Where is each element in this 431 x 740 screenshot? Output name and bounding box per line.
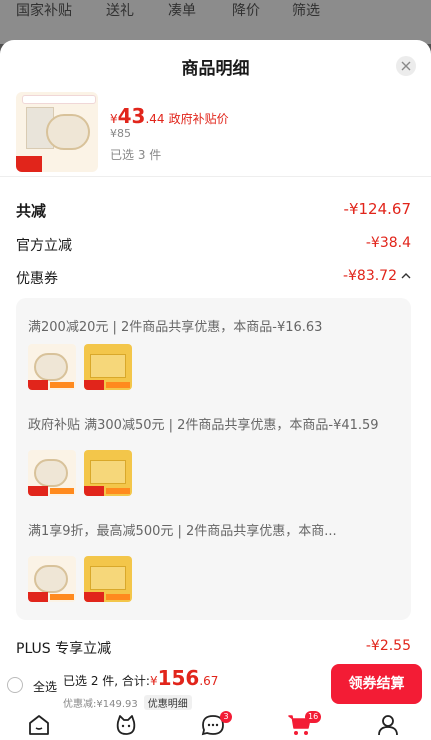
coupon-description: 满1享9折，最高减500元 | 2件商品共享优惠，本商...: [28, 524, 337, 539]
thumb-price-tag: [28, 486, 48, 496]
cart-badge: 16: [305, 711, 322, 723]
plus-reduce-row: PLUS 专享立减 -¥2.55: [16, 636, 411, 660]
thumb-graphic: [90, 460, 126, 484]
price-decimal: .44: [145, 112, 165, 126]
thumb-graphic: [90, 566, 126, 590]
coupon-product-thumbnail[interactable]: [84, 344, 132, 390]
selected-quantity: 已选 3 件: [110, 148, 162, 162]
product-image-banner: [22, 95, 96, 104]
total-integer: 156: [157, 666, 200, 690]
mascot-icon: [116, 715, 136, 735]
thumb-promo-tag: [50, 594, 74, 600]
select-all-label[interactable]: 全选: [33, 678, 57, 695]
official-reduce-value: -¥38.4: [365, 235, 411, 251]
coupon-value-wrap: -¥83.72: [343, 268, 411, 284]
chevron-up-icon[interactable]: [401, 272, 411, 280]
thumb-price-tag: [84, 592, 104, 602]
divider: [0, 176, 431, 177]
thumb-graphic: [90, 354, 126, 378]
messages-badge: 3: [220, 711, 232, 723]
tab-discover[interactable]: [113, 714, 139, 738]
selected-summary: 已选 2 件, 合计:: [63, 674, 150, 688]
thumb-promo-tag: [106, 382, 130, 388]
price-currency: ¥: [110, 112, 118, 126]
user-icon: [378, 715, 398, 736]
thumb-price-tag: [84, 486, 104, 496]
coupon-product-thumbnail[interactable]: [28, 344, 76, 390]
coupon-row[interactable]: 优惠券 -¥83.72: [16, 266, 411, 290]
coupon-label: 优惠券: [16, 271, 58, 287]
sheet-title: 商品明细: [181, 59, 250, 79]
total-reduce-row: 共减 -¥124.67: [16, 198, 411, 222]
select-all-checkbox[interactable]: [7, 677, 23, 693]
tab-messages[interactable]: 3: [200, 711, 232, 738]
tab-profile[interactable]: [375, 714, 401, 738]
plus-reduce-label: PLUS 专享立减: [16, 641, 112, 657]
checkout-button[interactable]: 领券结算: [331, 664, 422, 704]
coupon-product-thumbnail[interactable]: [28, 450, 76, 496]
thumb-promo-tag: [50, 382, 74, 388]
total-summary: 已选 2 件, 合计:¥156.67: [63, 666, 218, 690]
total-currency: ¥: [149, 674, 158, 688]
cart-summary-bar: 全选 已选 2 件, 合计:¥156.67 优惠减:¥149.93 优惠明细 领券…: [0, 660, 431, 710]
tab-cart[interactable]: 16: [287, 711, 322, 738]
tab-home[interactable]: [26, 714, 52, 738]
official-reduce-row: 官方立减 -¥38.4: [16, 233, 411, 257]
thumb-price-tag: [28, 380, 48, 390]
product-image[interactable]: [16, 92, 98, 172]
product-price-tag: [16, 156, 42, 172]
official-reduce-label: 官方立减: [16, 238, 72, 254]
thumb-price-tag: [28, 592, 48, 602]
subsidy-price-label: 政府补贴价: [168, 112, 229, 126]
original-price: ¥85: [110, 127, 131, 140]
close-button[interactable]: [396, 56, 416, 76]
coupon-product-thumbnail[interactable]: [28, 556, 76, 602]
coupon-value: -¥83.72: [342, 268, 397, 284]
home-icon: [29, 715, 49, 735]
price-integer: 43: [117, 104, 146, 128]
coupon-product-thumbnail[interactable]: [84, 556, 132, 602]
thumb-promo-tag: [50, 488, 74, 494]
coupon-description: 满200减20元 | 2件商品共享优惠，本商品-¥16.63: [28, 320, 323, 335]
total-decimal: .67: [199, 674, 219, 688]
discount-amount: 优惠减:¥149.93: [63, 699, 138, 710]
product-detail-sheet: 商品明细 ¥43.44 政府补贴价 ¥85 已选 3 件 共减 -¥124.67 …: [0, 40, 431, 660]
bottom-tab-bar: 3 16: [0, 710, 431, 740]
product-promo-tag: [44, 156, 98, 172]
thumb-graphic: [34, 459, 68, 487]
thumb-promo-tag: [106, 488, 130, 494]
thumb-graphic: [34, 353, 68, 381]
close-icon: [401, 61, 411, 71]
product-cake-graphic: [46, 114, 90, 150]
discount-summary: 优惠减:¥149.93 优惠明细: [63, 695, 192, 710]
coupon-detail-box: 满200减20元 | 2件商品共享优惠，本商品-¥16.63 政府补贴 满300…: [16, 298, 411, 620]
coupon-product-thumbnail[interactable]: [84, 450, 132, 496]
thumb-promo-tag: [106, 594, 130, 600]
plus-reduce-value: -¥2.55: [365, 638, 411, 654]
coupon-description: 政府补贴 满300减50元 | 2件商品共享优惠，本商品-¥41.59: [28, 418, 379, 433]
thumb-graphic: [34, 565, 68, 593]
discount-detail-button[interactable]: 优惠明细: [143, 695, 192, 710]
total-reduce-value: -¥124.67: [343, 200, 411, 218]
total-reduce-label: 共减: [16, 202, 47, 220]
thumb-price-tag: [84, 380, 104, 390]
